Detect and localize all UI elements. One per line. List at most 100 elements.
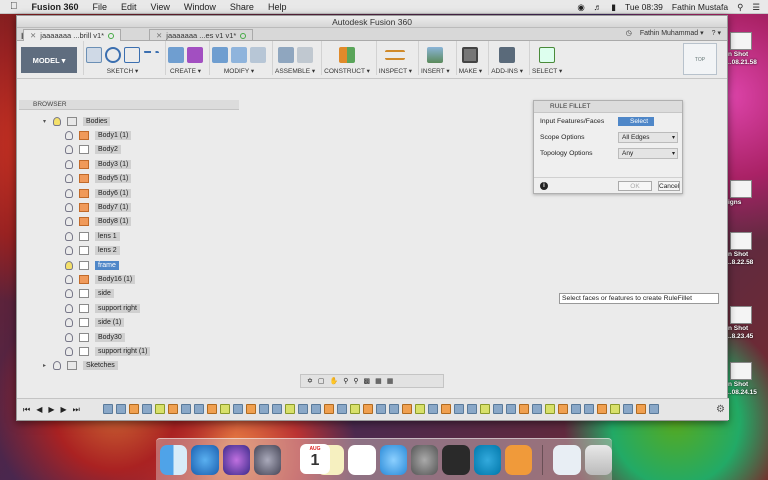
- insert-menu[interactable]: INSERT ▾: [421, 67, 450, 75]
- desktop-file-4[interactable]: n Shot ..8.23.45: [728, 306, 768, 341]
- zoom-icon[interactable]: ⚲: [343, 377, 348, 385]
- messages-icon[interactable]: [379, 444, 407, 475]
- menu-share[interactable]: Share: [230, 2, 254, 12]
- cancel-button[interactable]: Cancel: [658, 181, 680, 191]
- timeline-feature[interactable]: [207, 404, 217, 414]
- timeline-feature[interactable]: [259, 404, 269, 414]
- body-row[interactable]: support right (1): [23, 344, 203, 358]
- visibility-bulb-icon[interactable]: [65, 159, 73, 169]
- timeline-feature[interactable]: [467, 404, 477, 414]
- visibility-bulb-icon[interactable]: [65, 303, 73, 313]
- visibility-bulb-icon[interactable]: [65, 174, 73, 184]
- new-component-icon[interactable]: [277, 47, 294, 63]
- timeline-feature[interactable]: [571, 404, 581, 414]
- finder-icon[interactable]: [160, 444, 188, 475]
- menu-file[interactable]: File: [93, 2, 108, 12]
- step-forward-icon[interactable]: ▶: [61, 405, 67, 415]
- timeline-feature[interactable]: [285, 404, 295, 414]
- body-row[interactable]: Body1 (1): [23, 128, 203, 142]
- timeline-feature[interactable]: [415, 404, 425, 414]
- visibility-bulb-icon[interactable]: [65, 145, 73, 155]
- launchpad-icon[interactable]: [254, 444, 282, 475]
- timeline-feature[interactable]: [506, 404, 516, 414]
- timeline-feature[interactable]: [376, 404, 386, 414]
- menu-edit[interactable]: Edit: [121, 2, 137, 12]
- timeline-feature[interactable]: [558, 404, 568, 414]
- timeline-feature[interactable]: [493, 404, 503, 414]
- timeline-feature[interactable]: [610, 404, 620, 414]
- assemble-group[interactable]: ASSEMBLE ▾: [272, 41, 317, 75]
- timeline-feature[interactable]: [298, 404, 308, 414]
- visibility-bulb-icon[interactable]: [65, 231, 73, 241]
- body-row[interactable]: Body5 (1): [23, 172, 203, 186]
- grid-settings-icon[interactable]: ▦: [375, 377, 382, 385]
- expand-icon[interactable]: ▸: [43, 362, 46, 369]
- assemble-menu[interactable]: ASSEMBLE ▾: [275, 67, 315, 75]
- timeline-feature[interactable]: [441, 404, 451, 414]
- reminders-icon[interactable]: [348, 444, 376, 475]
- make-group[interactable]: MAKE ▾: [455, 41, 485, 75]
- make-menu[interactable]: MAKE ▾: [459, 67, 483, 75]
- measure-icon[interactable]: [385, 50, 406, 60]
- timeline-feature[interactable]: [311, 404, 321, 414]
- insert-image-icon[interactable]: [427, 47, 444, 63]
- construct-group[interactable]: CONSTRUCT ▾: [321, 41, 372, 75]
- volume-icon[interactable]: ♬: [594, 2, 603, 12]
- select-group[interactable]: SELECT ▾: [528, 41, 564, 75]
- timeline-feature[interactable]: [272, 404, 282, 414]
- visibility-bulb-icon[interactable]: [65, 274, 73, 284]
- timeline-feature[interactable]: [532, 404, 542, 414]
- modify-group[interactable]: MODIFY ▾: [209, 41, 268, 75]
- timeline-feature[interactable]: [623, 404, 633, 414]
- addins-menu[interactable]: ADD-INS ▾: [491, 67, 523, 75]
- visibility-bulb-icon[interactable]: [65, 131, 73, 141]
- visibility-bulb-icon[interactable]: [65, 246, 73, 256]
- construct-menu[interactable]: CONSTRUCT ▾: [324, 67, 370, 75]
- visibility-bulb-icon[interactable]: [65, 203, 73, 213]
- orbit-icon[interactable]: ✡: [307, 377, 313, 385]
- fit-icon[interactable]: ⚲: [353, 377, 358, 385]
- visibility-bulb-icon[interactable]: [53, 116, 61, 126]
- info-icon[interactable]: i: [540, 181, 548, 190]
- timeline-feature[interactable]: [597, 404, 607, 414]
- menu-help[interactable]: Help: [268, 2, 287, 12]
- chamfer-icon[interactable]: [250, 47, 266, 63]
- battery-icon[interactable]: ▮: [611, 2, 616, 13]
- form-icon[interactable]: [187, 47, 203, 63]
- timeline-feature[interactable]: [168, 404, 178, 414]
- visibility-bulb-icon[interactable]: [65, 332, 73, 342]
- extrude-icon[interactable]: [168, 47, 184, 63]
- menubar-user[interactable]: Fathin Mustafa: [672, 2, 728, 12]
- body-row[interactable]: lens 2: [23, 244, 203, 258]
- timeline-feature[interactable]: [103, 404, 113, 414]
- body-row[interactable]: Body3 (1): [23, 157, 203, 171]
- offset-plane-icon[interactable]: [339, 47, 355, 63]
- menu-view[interactable]: View: [151, 2, 170, 12]
- browser-header[interactable]: BROWSER: [19, 100, 239, 110]
- dialog-title[interactable]: RULE FILLET: [534, 101, 682, 113]
- body-row-selected[interactable]: frame: [23, 258, 203, 272]
- close-tab-icon[interactable]: ✕: [156, 30, 162, 42]
- inspect-group[interactable]: INSPECT ▾: [375, 41, 414, 75]
- body-row[interactable]: Body8 (1): [23, 215, 203, 229]
- timeline-feature[interactable]: [116, 404, 126, 414]
- create-menu[interactable]: CREATE ▾: [170, 67, 201, 75]
- timeline-feature[interactable]: [649, 404, 659, 414]
- app-menu[interactable]: Fusion 360: [32, 2, 79, 12]
- close-tab-icon[interactable]: ✕: [30, 30, 36, 42]
- system-preferences-icon[interactable]: [410, 444, 439, 475]
- bodies-folder[interactable]: ▾ Bodies: [23, 114, 203, 128]
- desktop-file-1[interactable]: n Shot ..08.21.58: [728, 32, 768, 67]
- arc-icon[interactable]: [105, 47, 121, 63]
- body-row[interactable]: Body2: [23, 143, 203, 157]
- tab-document-1[interactable]: ✕ jaaaaaaa ...brill v1*: [23, 29, 122, 42]
- pan-icon[interactable]: ✋: [330, 377, 339, 385]
- timeline-feature[interactable]: [220, 404, 230, 414]
- sketch-group[interactable]: SKETCH ▾: [83, 41, 161, 75]
- timeline-feature[interactable]: [402, 404, 412, 414]
- tab-document-2[interactable]: ✕ jaaaaaaa ...es v1 v1*: [149, 29, 254, 42]
- notifications-icon[interactable]: ☰: [752, 2, 760, 13]
- display-settings-icon[interactable]: ▩: [364, 377, 371, 385]
- timeline-feature[interactable]: [155, 404, 165, 414]
- press-pull-icon[interactable]: [212, 47, 228, 63]
